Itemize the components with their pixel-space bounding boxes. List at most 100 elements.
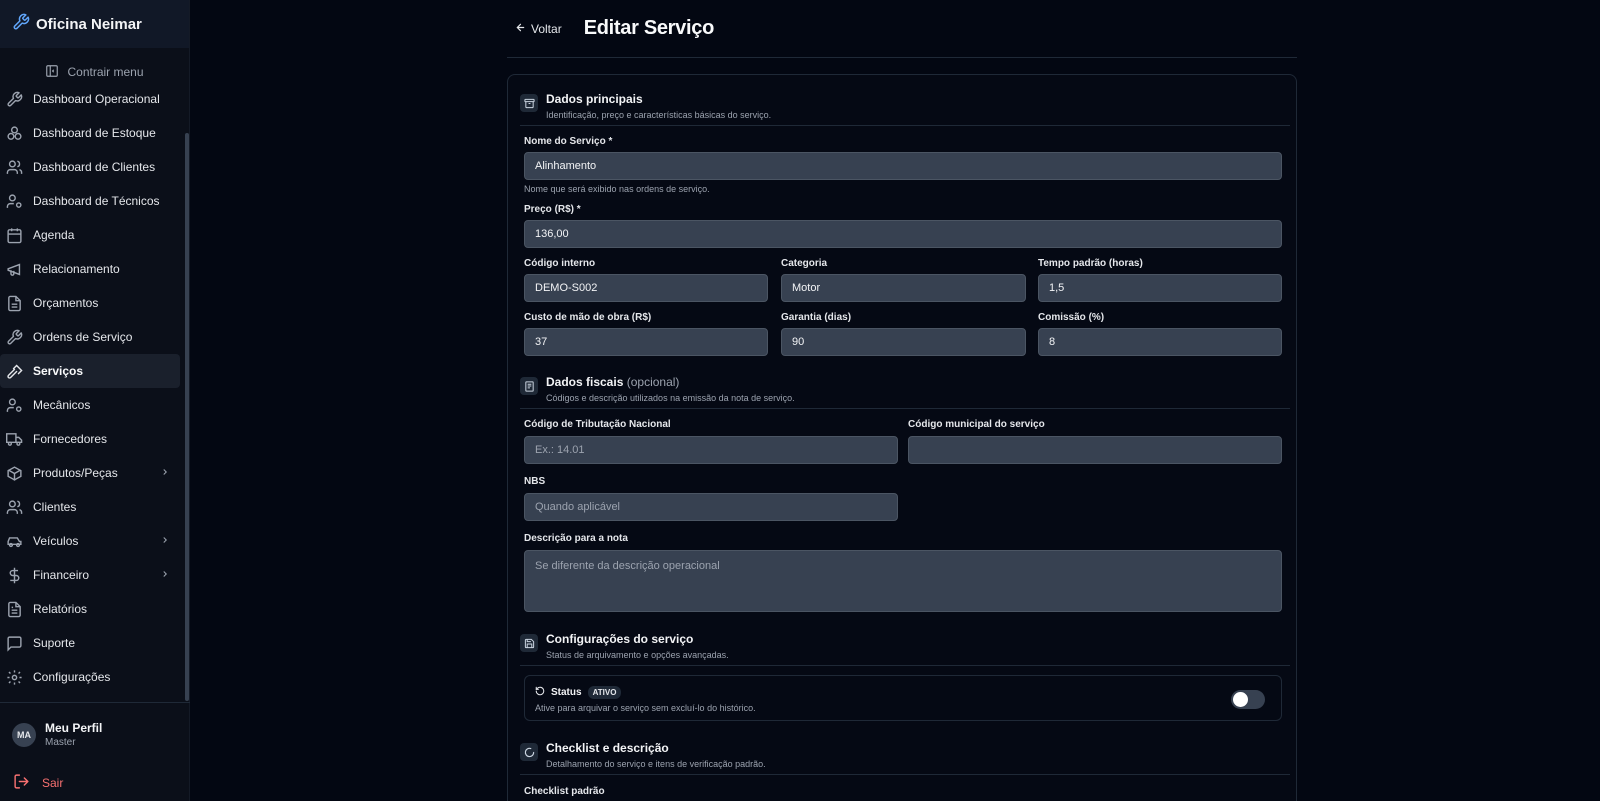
profile-name: Meu Perfil	[45, 721, 103, 735]
file-icon	[5, 294, 24, 313]
sidebar-item-fornecedores[interactable]: Fornecedores	[0, 422, 190, 456]
chevron-right-icon	[160, 534, 170, 548]
section-checklist-title: Checklist e descrição	[546, 741, 669, 755]
section-main-header: Dados principais Identificação, preço e …	[520, 92, 771, 120]
price-input[interactable]	[524, 220, 1282, 248]
profile-menu[interactable]: MA Meu Perfil Master	[12, 721, 102, 748]
warranty-input[interactable]	[781, 328, 1026, 356]
service-name-input[interactable]	[524, 152, 1282, 180]
sidebar-item-servicos[interactable]: Serviços	[0, 354, 180, 388]
save-icon	[520, 634, 538, 652]
loader-icon	[520, 743, 538, 761]
sidebar-divider	[0, 702, 190, 703]
boxes-icon	[5, 124, 24, 143]
sidebar-item-clientes[interactable]: Clientes	[0, 490, 190, 524]
tax-code-label: Código de Tributação Nacional	[524, 419, 671, 430]
note-description-label: Descrição para a nota	[524, 533, 628, 544]
section-fiscal-desc: Códigos e descrição utilizados na emissã…	[546, 393, 795, 403]
sidebar-item-label: Financeiro	[33, 568, 90, 582]
logout-label: Sair	[42, 776, 64, 790]
archive-toggle[interactable]	[1231, 690, 1265, 709]
service-name-label: Nome do Serviço *	[524, 136, 613, 147]
receipt-icon	[520, 377, 538, 395]
note-description-textarea[interactable]	[524, 550, 1282, 612]
service-name-help: Nome que será exibido nas ordens de serv…	[524, 184, 710, 194]
panel-left-icon	[45, 64, 59, 81]
truck-icon	[5, 430, 24, 449]
sidebar-item-dashboard-clientes[interactable]: Dashboard de Clientes	[0, 150, 190, 184]
sidebar-item-relatorios[interactable]: Relatórios	[0, 592, 190, 626]
toggle-knob	[1233, 692, 1248, 707]
labor-cost-input[interactable]	[524, 328, 768, 356]
sidebar-item-agenda[interactable]: Agenda	[0, 218, 190, 252]
section-config-desc: Status de arquivamento e opções avançada…	[546, 650, 729, 660]
collapse-menu-label: Contrair menu	[67, 65, 144, 79]
status-badge: ATIVO	[587, 686, 622, 699]
warranty-label: Garantia (dias)	[781, 312, 852, 323]
logout-button[interactable]: Sair	[13, 773, 63, 793]
brand[interactable]: Oficina Neimar	[0, 0, 189, 48]
wrench-icon	[5, 90, 24, 109]
dollar-icon	[5, 566, 24, 585]
chevron-right-icon	[160, 466, 170, 480]
commission-input[interactable]	[1038, 328, 1282, 356]
category-input[interactable]	[781, 274, 1026, 302]
collapse-menu-button[interactable]: Contrair menu	[0, 60, 189, 84]
sidebar-item-financeiro[interactable]: Financeiro	[0, 558, 190, 592]
sidebar-item-label: Clientes	[33, 500, 77, 514]
page-header: Voltar Editar Serviço	[507, 0, 1297, 58]
section-main-desc: Identificação, preço e características b…	[546, 110, 772, 120]
user-cog-icon	[5, 396, 24, 415]
sidebar-item-label: Produtos/Peças	[33, 466, 118, 480]
nbs-input[interactable]	[524, 493, 898, 521]
section-checklist-header: Checklist e descrição Detalhamento do se…	[520, 741, 766, 769]
sidebar: Oficina Neimar Contrair menu Dashboard O…	[0, 0, 190, 801]
megaphone-icon	[5, 260, 24, 279]
sidebar-item-dashboard-tecnicos[interactable]: Dashboard de Técnicos	[0, 184, 190, 218]
sidebar-item-label: Agenda	[33, 228, 75, 242]
nbs-label: NBS	[524, 476, 546, 487]
sidebar-item-label: Serviços	[33, 364, 84, 378]
sidebar-item-dashboard-estoque[interactable]: Dashboard de Estoque	[0, 116, 190, 150]
section-fiscal-optional: (opcional)	[626, 375, 680, 389]
sidebar-item-veiculos[interactable]: Veículos	[0, 524, 190, 558]
brand-name: Oficina Neimar	[36, 15, 142, 33]
municipal-code-input[interactable]	[908, 436, 1282, 464]
user-cog-icon	[5, 192, 24, 211]
sidebar-scrollbar[interactable]	[185, 133, 189, 701]
sidebar-item-label: Mecânicos	[33, 398, 91, 412]
sidebar-item-label: Veículos	[33, 534, 79, 548]
sidebar-item-label: Dashboard de Técnicos	[33, 194, 160, 208]
message-icon	[5, 634, 24, 653]
sidebar-item-label: Dashboard de Estoque	[33, 126, 156, 140]
chevron-right-icon	[160, 568, 170, 582]
sidebar-item-dashboard-operacional[interactable]: Dashboard Operacional	[0, 82, 190, 116]
internal-code-input[interactable]	[524, 274, 768, 302]
sidebar-item-label: Relacionamento	[33, 262, 120, 276]
section-divider	[520, 408, 1290, 409]
sidebar-item-label: Dashboard Operacional	[33, 92, 160, 106]
logout-icon	[13, 773, 30, 793]
sidebar-item-label: Suporte	[33, 636, 76, 650]
sidebar-item-orcamentos[interactable]: Orçamentos	[0, 286, 190, 320]
internal-code-label: Código interno	[524, 258, 596, 269]
sidebar-item-produtos-pecas[interactable]: Produtos/Peças	[0, 456, 190, 490]
sidebar-item-label: Orçamentos	[33, 296, 99, 310]
gear-icon	[5, 668, 24, 687]
standard-time-input[interactable]	[1038, 274, 1282, 302]
sidebar-item-relacionamento[interactable]: Relacionamento	[0, 252, 190, 286]
sidebar-item-ordens-servico[interactable]: Ordens de Serviço	[0, 320, 190, 354]
sidebar-item-mecanicos[interactable]: Mecânicos	[0, 388, 190, 422]
package-icon	[5, 464, 24, 483]
sidebar-item-configuracoes[interactable]: Configurações	[0, 660, 190, 694]
section-fiscal-header: Dados fiscais (opcional) Códigos e descr…	[520, 375, 795, 403]
arrow-left-icon	[515, 22, 526, 36]
tax-code-input[interactable]	[524, 436, 898, 464]
category-label: Categoria	[781, 258, 828, 269]
section-config-header: Configurações do serviço Status de arqui…	[520, 632, 729, 660]
wrench-icon	[5, 328, 24, 347]
municipal-code-label: Código municipal do serviço	[908, 419, 1045, 430]
sidebar-item-suporte[interactable]: Suporte	[0, 626, 190, 660]
status-label: Status	[551, 687, 582, 698]
back-button[interactable]: Voltar	[515, 22, 562, 36]
